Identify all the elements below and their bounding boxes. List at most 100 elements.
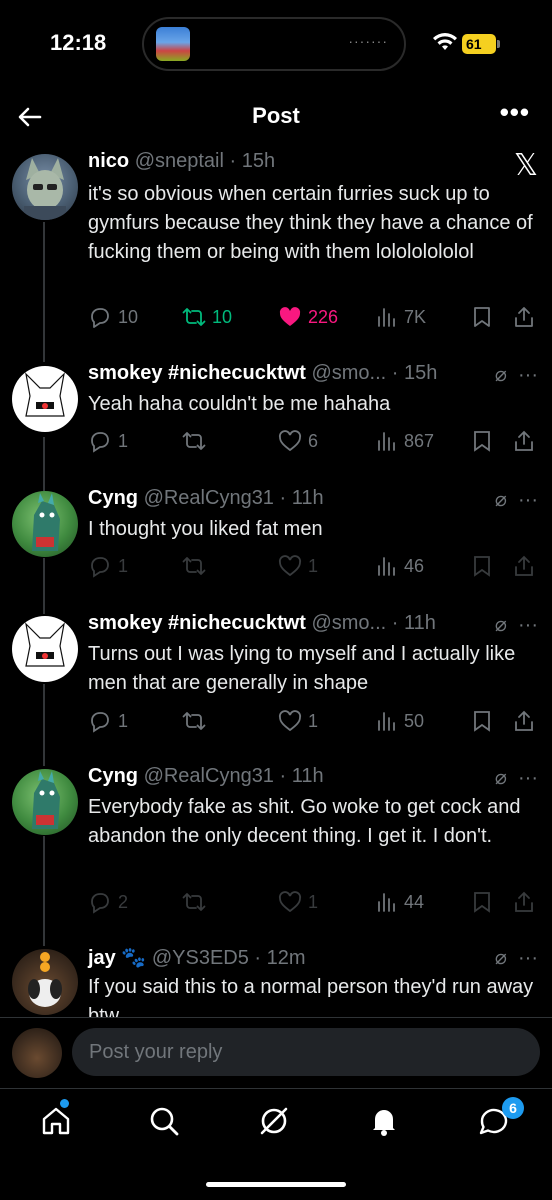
repost-icon: [182, 432, 206, 450]
notifications-bell-icon[interactable]: [366, 1103, 402, 1139]
bookmark-button[interactable]: [470, 302, 494, 332]
repost-button[interactable]: [182, 706, 212, 736]
display-name[interactable]: Cyng: [88, 765, 138, 787]
timestamp[interactable]: · 11h: [392, 612, 436, 634]
post-text: it's so obvious when certain furries suc…: [88, 183, 533, 263]
handle[interactable]: @smo...: [311, 362, 386, 384]
post-text: Everybody fake as shit. Go woke to get c…: [88, 796, 521, 847]
timestamp[interactable]: · 11h: [280, 765, 324, 787]
repost-button[interactable]: [182, 551, 212, 581]
like-count: 1: [308, 710, 319, 731]
post-menu[interactable]: ⌀ ···: [495, 362, 538, 387]
reply-input[interactable]: [72, 1028, 540, 1076]
reply-icon: [91, 557, 109, 578]
handle[interactable]: @RealCyng31: [144, 487, 274, 509]
post-meta: smokey #nichecucktwt @smo... · 11h ⌀ ···: [88, 612, 542, 640]
avatar[interactable]: [12, 769, 78, 835]
search-icon[interactable]: [146, 1103, 182, 1139]
like-button[interactable]: 6: [278, 426, 318, 456]
share-button[interactable]: [512, 302, 536, 332]
reply-button[interactable]: 2: [88, 887, 128, 917]
views-icon: [378, 893, 395, 912]
share-button[interactable]: [512, 887, 536, 917]
display-name[interactable]: smokey #nichecucktwt: [88, 362, 306, 384]
grok-icon[interactable]: [256, 1103, 292, 1139]
bookmark-button[interactable]: [470, 551, 494, 581]
reply-button[interactable]: 10: [88, 302, 138, 332]
share-button[interactable]: [512, 706, 536, 736]
like-button[interactable]: 1: [278, 706, 318, 736]
wifi-icon: [433, 33, 457, 50]
timestamp[interactable]: · 15h: [230, 150, 276, 172]
share-button[interactable]: [512, 426, 536, 456]
reply-count: 1: [118, 710, 129, 731]
thread-line: [43, 437, 45, 491]
avatar[interactable]: [12, 491, 78, 557]
bookmark-button[interactable]: [470, 426, 494, 456]
battery-indicator: 61: [462, 34, 496, 54]
x-logo-icon: 𝕏: [513, 149, 538, 182]
reply-button[interactable]: 1: [88, 706, 128, 736]
handle[interactable]: @smo...: [311, 612, 386, 634]
home-icon[interactable]: [38, 1103, 74, 1139]
post-text: If you said this to a normal person they…: [88, 976, 534, 1017]
timestamp[interactable]: · 15h: [392, 362, 438, 384]
reply-count: 2: [118, 891, 129, 912]
thread-post[interactable]: jay 🐾 @YS3ED5 · 12m ⌀ ··· If you said th…: [0, 945, 552, 1017]
avatar[interactable]: [12, 616, 78, 682]
post-meta: Cyng @RealCyng31 · 11h ⌀ ···: [88, 487, 542, 515]
post-menu[interactable]: ⌀ ···: [495, 765, 538, 790]
reply-bar: [0, 1017, 552, 1087]
post-actions: 2 1 44: [88, 887, 542, 917]
reply-button[interactable]: 1: [88, 426, 128, 456]
heart-filled-icon: [279, 307, 301, 326]
reply-count: 1: [118, 430, 129, 451]
post-menu[interactable]: ⌀ ···: [495, 945, 538, 970]
post-text: Turns out I was lying to myself and I ac…: [88, 643, 516, 694]
dynamic-island[interactable]: ·······: [142, 17, 406, 71]
display-name[interactable]: smokey #nichecucktwt: [88, 612, 306, 634]
avatar-image: [25, 622, 65, 667]
handle[interactable]: @sneptail: [135, 150, 224, 172]
share-icon: [515, 710, 533, 731]
views-button[interactable]: 44: [374, 887, 424, 917]
heart-icon: [278, 430, 302, 452]
like-button[interactable]: 1: [278, 551, 318, 581]
share-button[interactable]: [512, 551, 536, 581]
avatar-image: [24, 158, 66, 220]
like-button[interactable]: 1: [278, 887, 318, 917]
post-menu[interactable]: ⌀ ···: [495, 487, 538, 512]
display-name[interactable]: Cyng: [88, 487, 138, 509]
bookmark-button[interactable]: [470, 706, 494, 736]
more-options-icon[interactable]: •••: [500, 97, 530, 128]
bookmark-button[interactable]: [470, 887, 494, 917]
home-new-dot: [60, 1099, 69, 1108]
repost-icon: [182, 557, 206, 575]
repost-button[interactable]: [182, 426, 212, 456]
post-text: Yeah haha couldn't be me hahaha: [88, 393, 391, 415]
avatar-image: [32, 771, 60, 829]
timestamp[interactable]: · 11h: [280, 487, 324, 509]
views-button[interactable]: 867: [374, 426, 434, 456]
views-button[interactable]: 50: [374, 706, 424, 736]
views-button[interactable]: 46: [374, 551, 424, 581]
post-menu[interactable]: ⌀ ···: [495, 612, 538, 637]
views-button[interactable]: 7K: [374, 302, 426, 332]
reply-button[interactable]: 1: [88, 551, 128, 581]
repost-button[interactable]: 10: [182, 302, 232, 332]
avatar[interactable]: [12, 154, 78, 220]
avatar[interactable]: [12, 366, 78, 432]
handle[interactable]: @RealCyng31: [144, 765, 274, 787]
handle[interactable]: @YS3ED5: [152, 947, 249, 969]
paw-icon: 🐾: [121, 947, 147, 969]
bookmark-icon: [474, 892, 490, 913]
bookmark-icon: [474, 431, 490, 452]
like-button[interactable]: 226: [278, 302, 338, 332]
display-name[interactable]: jay: [88, 947, 116, 969]
reply-icon: [91, 308, 109, 328]
display-name[interactable]: nico: [88, 150, 129, 172]
post-meta: jay 🐾 @YS3ED5 · 12m ⌀ ···: [88, 945, 542, 973]
avatar[interactable]: [12, 949, 78, 1015]
timestamp[interactable]: · 12m: [254, 947, 305, 969]
repost-button[interactable]: [182, 887, 212, 917]
